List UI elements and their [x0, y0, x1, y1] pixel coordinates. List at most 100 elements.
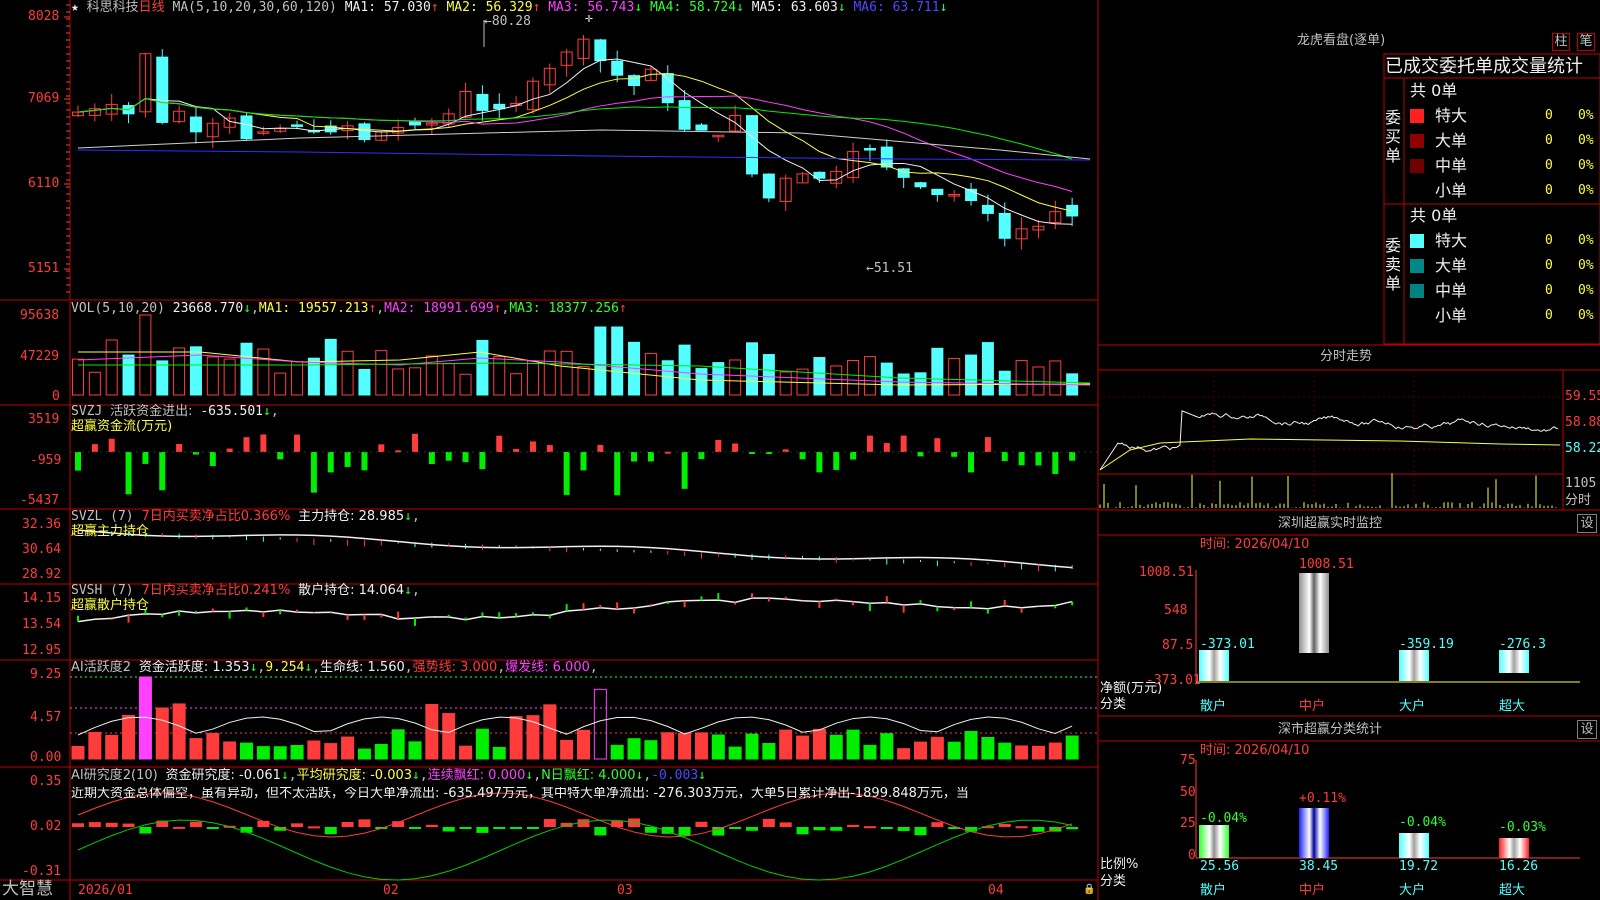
volume-bar: [594, 326, 607, 396]
sell-row-label: 特大: [1435, 231, 1468, 250]
vol-title: VOL(5,10,20): [71, 301, 165, 316]
ai1-bar: [947, 741, 961, 760]
dragon-tabs[interactable]: 已成交委托单成交量统计: [1385, 56, 1600, 78]
low-marker: ←51.51: [866, 261, 913, 276]
monitor-bar: [1499, 650, 1529, 673]
candle-body: [746, 115, 758, 175]
ai2-bar: [746, 827, 758, 831]
volume-bar: [981, 342, 994, 396]
volume-bar: [459, 373, 472, 396]
svzj-bar: [546, 445, 553, 452]
ai1-bar: [846, 729, 860, 760]
volume-bar: [88, 371, 101, 396]
ai1-bar: [425, 704, 439, 760]
ai2-bar: [914, 827, 927, 836]
star-icon[interactable]: ★: [71, 0, 79, 15]
stock-name: 科思科技: [86, 0, 139, 15]
ai2-bar: [847, 824, 860, 827]
ai2-bar: [189, 821, 202, 827]
kline-chart-area[interactable]: [0, 0, 1100, 900]
volume-bar: [914, 372, 927, 396]
candle-body: [409, 121, 421, 126]
sell-row-1-swatch: [1410, 259, 1424, 273]
vol-ma3: MA3: 18377.256: [509, 301, 619, 316]
ai1-bar: [273, 746, 287, 760]
sell-row-2-swatch: [1410, 284, 1424, 298]
ai1-bar: [475, 728, 489, 760]
volume-bar: [948, 358, 961, 396]
svzj-bar: [277, 452, 284, 460]
ai2-bar: [72, 823, 84, 827]
sz-monitor-axis: 548: [1164, 603, 1188, 618]
volume-bar: [307, 357, 320, 396]
ai1-bar: [122, 714, 136, 760]
ai2-bar: [678, 827, 691, 836]
ai1-bar: [492, 746, 506, 760]
volume-bar: [409, 367, 421, 396]
sz-monitor-title: 深圳超赢实时监控: [1278, 516, 1383, 531]
sz-monitor-settings-button[interactable]: 设: [1577, 514, 1597, 533]
date-axis-label: 04: [988, 883, 1004, 898]
class-bar: [1299, 808, 1329, 858]
sell-row-pct: 0%: [1578, 258, 1594, 273]
price-axis-label: 5151: [28, 261, 60, 276]
ai2-header: AI研究度2(10) 资金研究度: -0.061↓,平均研究度: -0.003↓…: [71, 768, 706, 783]
svzj-bar: [681, 452, 688, 489]
svzj-bar: [968, 452, 975, 473]
date-axis-label: 03: [617, 883, 633, 898]
tick-mode-button[interactable]: 笔: [1577, 33, 1595, 51]
ai2-bar: [712, 827, 725, 836]
ai1-bar: [762, 743, 776, 760]
svzj-bar: [631, 452, 638, 462]
volume-bar: [965, 354, 978, 396]
ai2-bar: [510, 827, 523, 829]
svzj-bar: [378, 444, 385, 452]
lock-icon[interactable]: 🔒: [1083, 883, 1095, 897]
brand-logo[interactable]: 大智慧: [2, 879, 53, 899]
svzj-bar: [580, 452, 587, 471]
ai2-bar: [594, 827, 607, 836]
ai2-bar: [830, 827, 843, 831]
volume-bar: [931, 347, 944, 396]
sz-monitor-value: 1008.51: [1299, 557, 1354, 572]
date-axis-label: 2026/01: [78, 883, 133, 898]
monitor-bar: [1199, 650, 1229, 681]
ai2-bar: [931, 822, 944, 827]
sz-class-ratio: 16.26: [1499, 859, 1539, 874]
sell-row-count: 0: [1545, 308, 1553, 323]
buy-row-label: 中单: [1435, 156, 1468, 175]
buy-row-label: 特大: [1435, 106, 1468, 125]
period-label[interactable]: 日线: [139, 0, 165, 15]
svzj-bar: [984, 437, 991, 452]
candle-body: [493, 103, 506, 110]
ai1-bar: [1015, 745, 1029, 760]
sz-class-settings-button[interactable]: 设: [1577, 720, 1597, 739]
volume-bar: [291, 361, 304, 396]
sell-row-label: 小单: [1435, 306, 1468, 325]
ai2-bar: [459, 827, 472, 829]
sz-class-category: 散户: [1200, 883, 1227, 898]
ai1-bar: [324, 743, 338, 760]
ma-line: [77, 98, 1073, 160]
ai1-bar: [998, 742, 1012, 760]
intraday-vol-label: 分时: [1565, 493, 1592, 508]
ai1-bar: [711, 734, 725, 760]
svzj-header: SVZJ 活跃资金进出: -635.501↓,: [71, 404, 279, 419]
svsh-axis-label: 13.54: [22, 617, 62, 632]
ai2-bar: [291, 823, 304, 827]
svzj-bar: [917, 452, 924, 457]
buy-row-pct: 0%: [1578, 133, 1594, 148]
bar-mode-button[interactable]: 柱: [1552, 33, 1570, 51]
ai1-bar: [374, 743, 388, 760]
sz-class-axis: 75: [1180, 753, 1196, 768]
candle-body: [981, 204, 994, 214]
date-axis-label: 02: [383, 883, 399, 898]
volume-bar: [577, 366, 590, 396]
monitor-bar: [1399, 650, 1429, 681]
ai1-bar: [610, 744, 624, 760]
ai2-bar: [796, 827, 809, 835]
volume-bar: [173, 347, 186, 396]
ai1-bar: [779, 729, 793, 760]
candle-body: [358, 123, 371, 141]
buy-row-pct: 0%: [1578, 183, 1594, 198]
